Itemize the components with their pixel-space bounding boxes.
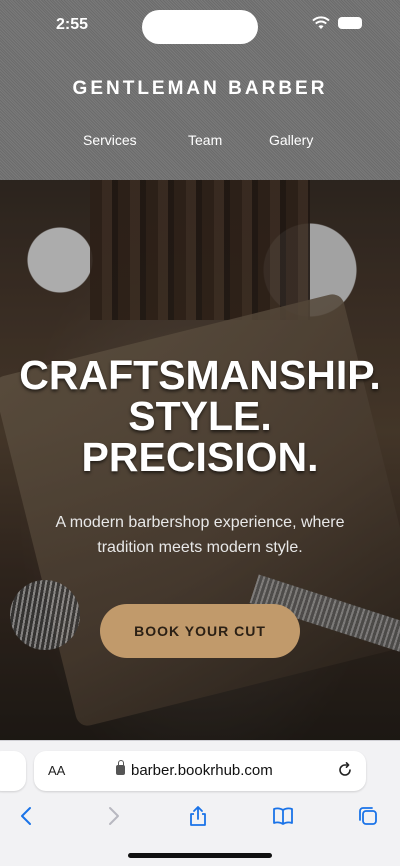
site-brand[interactable]: GENTLEMAN BARBER — [0, 78, 400, 100]
text-size-button[interactable]: AA — [48, 763, 65, 778]
nav-services[interactable]: Services — [83, 132, 137, 148]
browser-toolbar: AA barber.bookrhub.com — [0, 740, 400, 866]
dynamic-island — [142, 10, 258, 44]
wifi-icon — [312, 16, 330, 29]
hero-tagline: A modern barbershop experience, where tr… — [55, 514, 345, 556]
forward-icon[interactable] — [98, 801, 128, 831]
nav-team[interactable]: Team — [188, 132, 222, 148]
battery-icon — [338, 17, 362, 29]
address-bar[interactable]: AA barber.bookrhub.com — [34, 751, 366, 791]
site-header: 2:55 GENTLEMAN BARBER Services Team Gall… — [0, 0, 400, 180]
previous-tab[interactable] — [0, 751, 26, 791]
back-icon[interactable] — [12, 801, 42, 831]
home-indicator — [128, 853, 272, 858]
browser-nav-bar — [0, 801, 400, 831]
headline-line: PRECISION. — [81, 434, 319, 480]
reload-icon[interactable] — [336, 761, 354, 779]
lock-icon — [116, 760, 125, 775]
bookmarks-icon[interactable] — [268, 801, 298, 831]
nav-gallery[interactable]: Gallery — [269, 132, 313, 148]
share-icon[interactable] — [183, 801, 213, 831]
headline-line: STYLE. — [128, 393, 272, 439]
book-your-cut-button[interactable]: BOOK YOUR CUT — [100, 604, 300, 658]
url-text: barber.bookrhub.com — [131, 762, 273, 779]
hero-headline: CRAFTSMANSHIP. STYLE. PRECISION. — [0, 355, 400, 478]
tabs-icon[interactable] — [353, 801, 383, 831]
status-time: 2:55 — [56, 16, 89, 33]
headline-line: CRAFTSMANSHIP. — [19, 352, 381, 398]
status-icons — [312, 16, 362, 30]
